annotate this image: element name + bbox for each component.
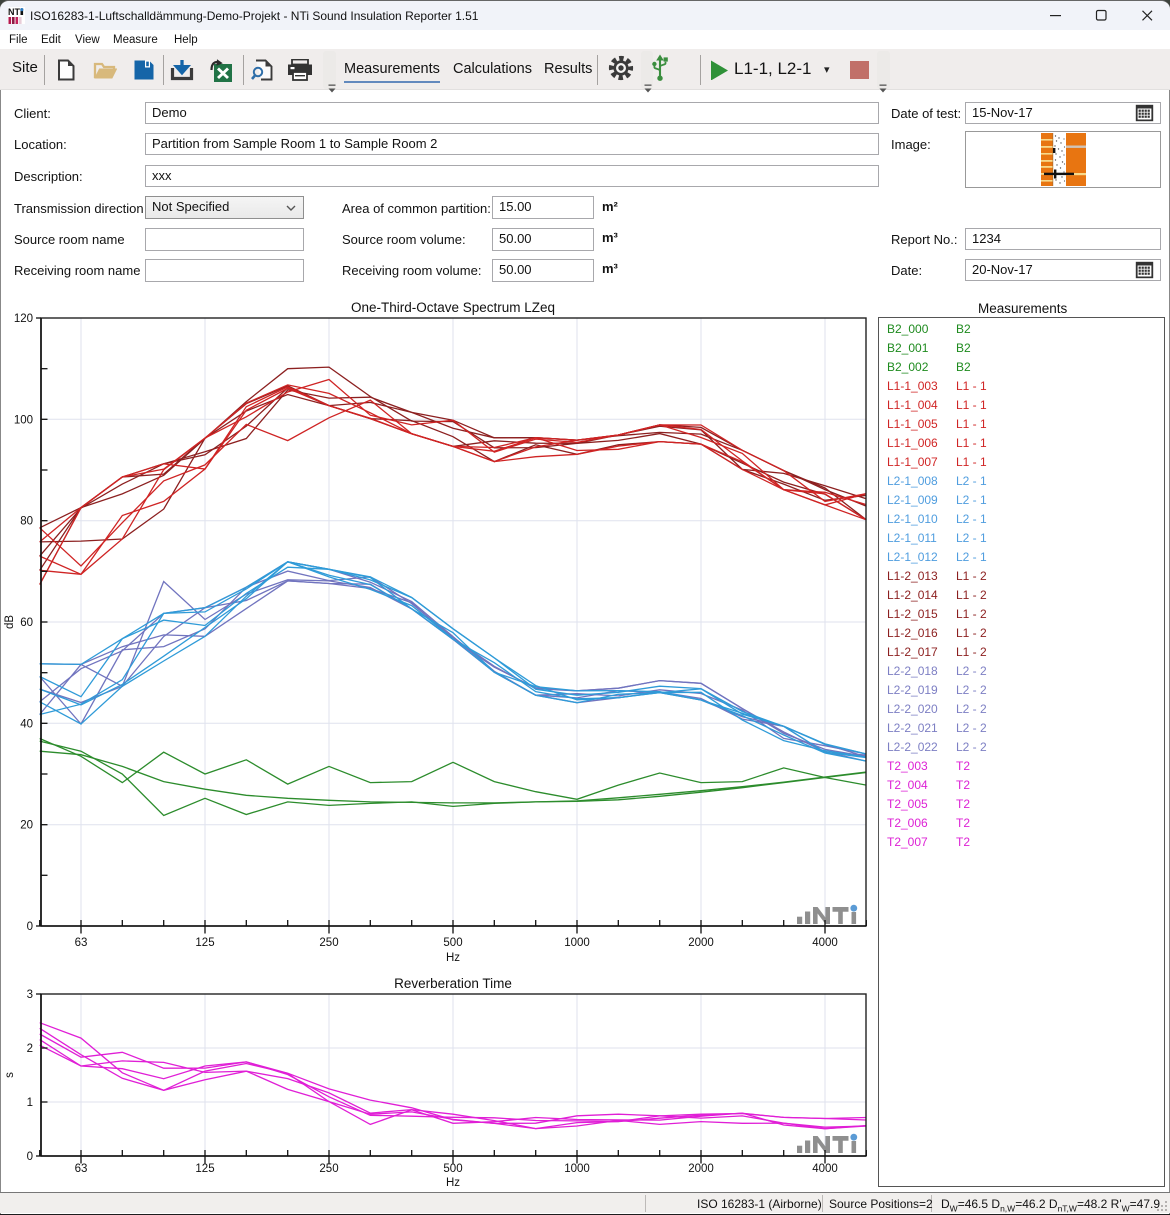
svg-text:125: 125 [195,937,214,949]
svg-text:0: 0 [27,921,33,933]
svg-text:dB: dB [4,615,16,629]
svg-text:80: 80 [20,516,33,528]
svg-text:Hz: Hz [446,952,460,964]
svg-text:20: 20 [20,820,33,832]
svg-text:1000: 1000 [564,937,590,949]
svg-text:4000: 4000 [812,937,838,949]
svg-text:One-Third-Octave Spectrum LZeq: One-Third-Octave Spectrum LZeq [351,300,555,315]
svg-text:250: 250 [319,937,338,949]
svg-text:Hz: Hz [446,1177,460,1189]
svg-text:500: 500 [443,1163,462,1175]
svg-text:63: 63 [75,1163,88,1175]
svg-text:Reverberation Time: Reverberation Time [394,976,512,991]
svg-text:1000: 1000 [564,1163,590,1175]
svg-text:2000: 2000 [688,937,714,949]
svg-text:4000: 4000 [812,1163,838,1175]
svg-text:500: 500 [443,937,462,949]
svg-text:63: 63 [75,937,88,949]
svg-text:2000: 2000 [688,1163,714,1175]
svg-text:250: 250 [319,1163,338,1175]
svg-text:100: 100 [14,414,33,426]
svg-text:60: 60 [20,617,33,629]
svg-text:0: 0 [27,1151,33,1163]
svg-text:1: 1 [27,1097,33,1109]
svg-text:s: s [4,1072,16,1078]
svg-text:2: 2 [27,1043,33,1055]
svg-text:125: 125 [195,1163,214,1175]
svg-text:120: 120 [14,313,33,325]
svg-text:3: 3 [27,989,33,1001]
svg-text:40: 40 [20,718,33,730]
